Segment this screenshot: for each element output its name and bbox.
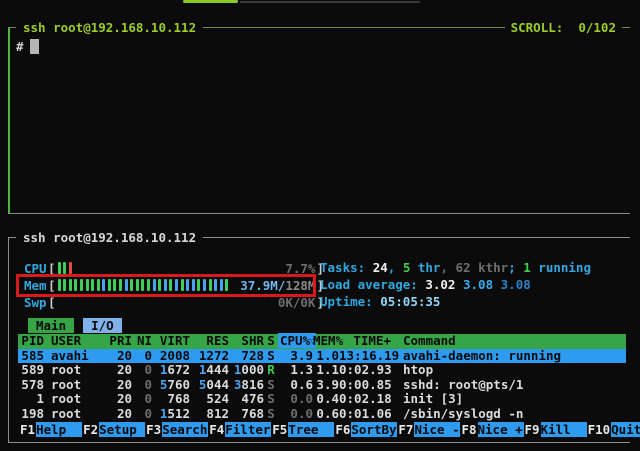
process-row[interactable]: 589root200167214441000R1.31.10:02.93htop xyxy=(18,363,626,378)
col-cpu-sorted[interactable]: CPU%▽ xyxy=(278,334,313,349)
terminal-screen: ssh root@192.168.10.112 SCROLL: 0/102 # … xyxy=(0,0,640,451)
pane-htop[interactable]: ssh root@192.168.10.112 CPU [ 7.7% ] Mem… xyxy=(8,230,630,443)
col-virt[interactable]: VIRT xyxy=(152,334,190,349)
pane-shell-titlebar: ssh root@192.168.10.112 SCROLL: 0/102 xyxy=(8,20,630,35)
fkey-help[interactable]: F1Help xyxy=(19,422,82,437)
uptime: Uptime: 05:05:35 xyxy=(320,294,440,309)
swap-meter: Swp [ 0K/0K ] xyxy=(24,294,324,310)
pane-border-right xyxy=(8,28,10,214)
pane-htop-titlebar: ssh root@192.168.10.112 xyxy=(8,230,630,245)
process-table-header: PID USER PRI NI VIRT RES SHR S CPU%▽ MEM… xyxy=(18,334,626,349)
pane-shell-title: ssh root@192.168.10.112 xyxy=(16,20,203,35)
swap-meter-value: 0K/0K xyxy=(278,295,316,309)
col-ni[interactable]: NI xyxy=(132,334,152,349)
process-row[interactable]: 1root200768524476S0.00.40:02.18init [3] xyxy=(18,392,626,407)
col-mem[interactable]: MEM% xyxy=(313,334,339,349)
process-row[interactable]: 198root2001512812768S0.00.60:01.06/sbin/… xyxy=(18,407,626,422)
process-row-selected[interactable]: 585avahi20020081272728S3.91.013:16.19ava… xyxy=(18,349,626,364)
pane-htop-title: ssh root@192.168.10.112 xyxy=(16,230,203,245)
col-time[interactable]: TIME+ xyxy=(339,334,391,349)
video-progress-bar xyxy=(183,0,238,3)
fkey-sortby[interactable]: F6SortBy xyxy=(334,422,397,437)
col-state[interactable]: S xyxy=(264,334,278,349)
fkey-kill[interactable]: F9Kill xyxy=(524,422,587,437)
function-key-bar: F1Help F2Setup F3Search F4Filter F5Tree … xyxy=(19,422,625,437)
fkey-filter[interactable]: F4Filter xyxy=(208,422,271,437)
fkey-quit[interactable]: F10Quit xyxy=(587,422,640,437)
pane-shell[interactable]: ssh root@192.168.10.112 SCROLL: 0/102 # xyxy=(8,20,630,214)
fkey-tree[interactable]: F5Tree xyxy=(271,422,334,437)
tasks-summary: Tasks: 24, 5 thr, 62 kthr; 1 running xyxy=(320,260,591,275)
shell-prompt-line[interactable]: # xyxy=(16,39,630,54)
pane-border-right xyxy=(8,238,9,443)
text-cursor xyxy=(30,39,39,54)
process-row[interactable]: 578root200576050443816S0.63.90:00.85sshd… xyxy=(18,378,626,393)
col-command[interactable]: Command xyxy=(391,334,626,349)
load-average: Load average: 3.02 3.08 3.08 xyxy=(320,277,531,292)
fkey-search[interactable]: F3Search xyxy=(145,422,208,437)
cpu-meter-bars xyxy=(58,262,75,274)
video-progress-track xyxy=(240,1,420,3)
swap-meter-label: Swp xyxy=(24,295,48,310)
htop-tabs: Main I/O xyxy=(28,318,122,333)
col-pid[interactable]: PID xyxy=(18,334,44,349)
htop-app: CPU [ 7.7% ] Mem [ 37.9M/128M ] Swp xyxy=(18,254,626,441)
pane-border-bottom xyxy=(8,213,630,214)
col-pri[interactable]: PRI xyxy=(106,334,132,349)
col-user[interactable]: USER xyxy=(44,334,106,349)
shell-prompt: # xyxy=(16,39,24,54)
pane-border-bottom xyxy=(8,442,630,443)
tab-io[interactable]: I/O xyxy=(83,318,122,333)
fkey-setup[interactable]: F2Setup xyxy=(82,422,145,437)
col-shr[interactable]: SHR xyxy=(229,334,264,349)
fkey-nice-minus[interactable]: F7Nice - xyxy=(397,422,460,437)
scroll-indicator: SCROLL: 0/102 xyxy=(505,20,622,35)
col-res[interactable]: RES xyxy=(190,334,229,349)
fkey-nice-plus[interactable]: F8Nice + xyxy=(460,422,523,437)
tab-main[interactable]: Main xyxy=(28,318,74,333)
cpu-meter-value: 7.7% xyxy=(285,261,315,275)
